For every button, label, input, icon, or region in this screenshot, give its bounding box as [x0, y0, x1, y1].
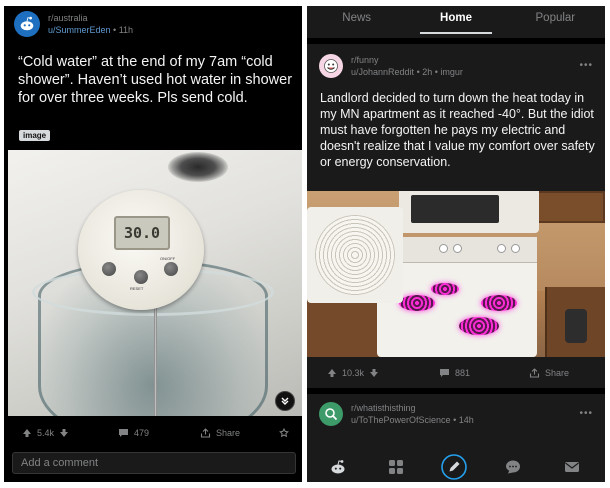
subreddit-avatar[interactable]	[319, 402, 343, 426]
award-button[interactable]	[279, 428, 289, 438]
vote-group: 5.4k	[22, 428, 69, 438]
share-button[interactable]: Share	[200, 428, 240, 438]
left-post-screen: r/australia u/SummerEden • 11h “Cold wat…	[4, 6, 302, 482]
home-feed-screen: News Home Popular r/funny u/JohannReddit…	[307, 6, 605, 482]
thermo-label-onoff: ON/OFF	[160, 256, 176, 261]
tab-home[interactable]: Home	[406, 6, 505, 38]
thermo-button-left	[102, 262, 116, 276]
share-label: Share	[545, 368, 570, 378]
snoo-icon	[20, 16, 34, 31]
post-action-bar: 5.4k 479 Share	[4, 420, 302, 446]
expand-button[interactable]	[275, 391, 295, 411]
post-image[interactable]	[307, 191, 605, 357]
stove-knob	[439, 244, 448, 253]
share-label: Share	[216, 428, 241, 438]
post-age: 2h	[422, 67, 433, 77]
upvote-arrow-icon[interactable]	[22, 428, 32, 438]
microwave	[399, 191, 539, 233]
upvote-count: 10.3k	[342, 368, 365, 378]
burner-coil	[431, 283, 459, 295]
post-card-whatisthisthing[interactable]: r/whatisthisthing u/ToThePowerOfScience …	[307, 394, 605, 452]
overflow-menu-icon[interactable]: •••	[579, 408, 593, 419]
reddit-home-icon[interactable]	[330, 459, 346, 475]
add-comment-input[interactable]: Add a comment	[12, 452, 296, 474]
post-header: r/australia u/SummerEden • 11h	[4, 6, 302, 42]
vote-group: 10.3k	[327, 368, 379, 378]
comment-count: 881	[455, 368, 471, 378]
post-author-line: u/SummerEden • 11h	[48, 24, 133, 36]
post-source[interactable]: imgur	[440, 67, 463, 77]
thermometer: 30.0 RESET ON/OFF	[78, 190, 204, 310]
downvote-arrow-icon[interactable]	[59, 428, 69, 438]
funny-face-icon	[324, 59, 338, 73]
overflow-menu-icon[interactable]: •••	[579, 60, 593, 71]
kettle	[565, 309, 587, 343]
tab-news[interactable]: News	[307, 6, 406, 38]
comment-count: 479	[134, 428, 150, 438]
post-title[interactable]: Landlord decided to turn down the heat t…	[320, 90, 600, 170]
upvote-arrow-icon[interactable]	[327, 368, 337, 378]
post-image[interactable]: 30.0 RESET ON/OFF	[8, 150, 302, 416]
chat-icon[interactable]	[505, 459, 521, 475]
magnifier-icon	[325, 408, 338, 421]
tab-popular[interactable]: Popular	[506, 6, 605, 38]
inbox-icon[interactable]	[564, 459, 580, 475]
post-header: r/funny u/JohannReddit • 2h • imgur	[319, 54, 463, 78]
bottom-nav-bar	[307, 452, 605, 482]
post-author-line: u/JohannReddit • 2h • imgur	[351, 66, 463, 78]
post-author[interactable]: u/JohannReddit	[351, 67, 414, 77]
fan-grill	[315, 215, 395, 295]
lower-cabinet-left	[307, 299, 379, 357]
post-author[interactable]: u/ToThePowerOfScience	[351, 415, 451, 425]
thermo-button-onoff	[164, 262, 178, 276]
create-post-icon[interactable]	[441, 454, 467, 480]
post-age: 14h	[458, 415, 474, 425]
subreddit-avatar[interactable]	[319, 54, 343, 78]
upvote-count: 5.4k	[37, 428, 55, 438]
burner-coil	[459, 317, 499, 335]
post-author[interactable]: u/SummerEden	[48, 25, 111, 35]
stove-knob	[497, 244, 506, 253]
feed-tabs: News Home Popular	[307, 6, 605, 38]
comment-bubble-icon	[440, 369, 449, 377]
subreddit-name[interactable]: r/whatisthisthing	[351, 402, 474, 414]
stove-knob	[453, 244, 462, 253]
stove-knob	[511, 244, 520, 253]
share-icon	[200, 428, 211, 438]
post-author-line: u/ToThePowerOfScience • 14h	[351, 414, 474, 426]
thermometer-probe	[154, 290, 157, 416]
post-action-bar: 10.3k 881 Share	[307, 362, 605, 384]
subreddit-name[interactable]: r/funny	[351, 54, 463, 66]
comments-button[interactable]: 479	[118, 428, 149, 438]
post-age: 11h	[118, 25, 134, 35]
comments-button[interactable]: 881	[439, 368, 470, 378]
sink-drain	[168, 152, 228, 182]
share-button[interactable]: Share	[529, 368, 569, 378]
post-flair: image	[19, 130, 51, 141]
downvote-arrow-icon[interactable]	[369, 368, 379, 378]
comment-bubble-icon	[119, 429, 128, 437]
thermo-button-reset	[134, 270, 148, 284]
communities-icon[interactable]	[388, 459, 404, 475]
thermometer-display: 30.0	[114, 216, 170, 250]
burner-coil	[481, 295, 517, 311]
burner-coil	[399, 295, 435, 311]
double-chevron-down-icon	[281, 397, 289, 405]
award-icon	[279, 428, 289, 438]
share-icon	[529, 368, 540, 378]
post-title: “Cold water” at the end of my 7am “cold …	[18, 54, 293, 106]
box-fan	[307, 207, 403, 303]
subreddit-name[interactable]: r/australia	[48, 12, 133, 24]
post-header: r/whatisthisthing u/ToThePowerOfScience …	[319, 402, 474, 426]
subreddit-avatar[interactable]	[14, 11, 40, 37]
microwave-door	[411, 195, 499, 223]
thermo-label-reset: RESET	[130, 286, 144, 291]
